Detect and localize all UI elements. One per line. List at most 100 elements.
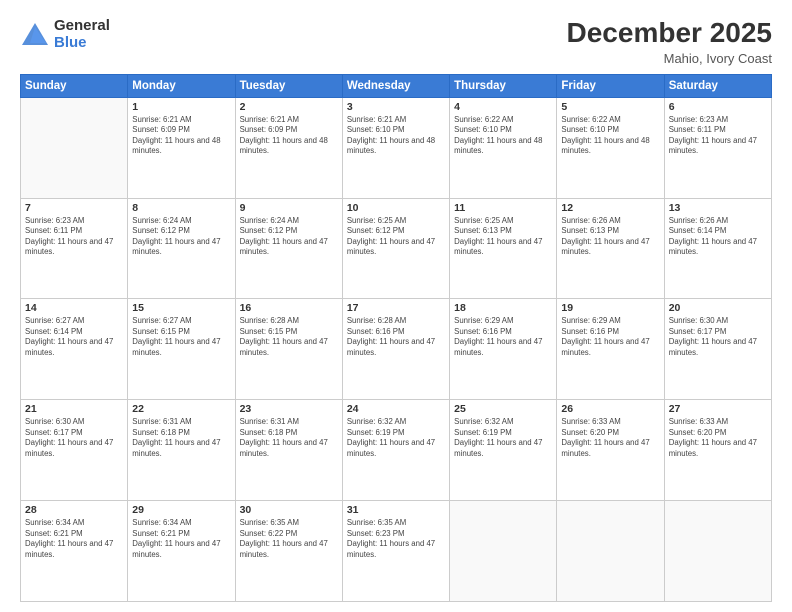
title-block: December 2025 Mahio, Ivory Coast	[567, 18, 772, 66]
calendar-cell: 5Sunrise: 6:22 AMSunset: 6:10 PMDaylight…	[557, 97, 664, 198]
calendar-cell: 6 Sunrise: 6:23 AMSunset: 6:11 PMDaylight…	[664, 97, 771, 198]
calendar-cell: 10 Sunrise: 6:25 AMSunset: 6:12 PMDayligh…	[342, 198, 449, 299]
day-number: 16	[240, 302, 338, 314]
day-info: Sunrise: 6:33 AMSunset: 6:20 PMDaylight:…	[669, 417, 767, 459]
day-number: 9	[240, 202, 338, 214]
calendar-cell: 16Sunrise: 6:28 AMSunset: 6:15 PMDayligh…	[235, 299, 342, 400]
day-number: 6	[669, 101, 767, 113]
day-info: Sunrise: 6:27 AMSunset: 6:14 PMDaylight:…	[25, 316, 123, 358]
day-number: 7	[25, 202, 123, 214]
day-number: 3	[347, 101, 445, 113]
calendar-week-row: 7 Sunrise: 6:23 AMSunset: 6:11 PMDaylight…	[21, 198, 772, 299]
col-sunday: Sunday	[21, 74, 128, 97]
day-info: Sunrise: 6:27 AMSunset: 6:15 PMDaylight:…	[132, 316, 230, 358]
main-title: December 2025	[567, 18, 772, 49]
day-info: Sunrise: 6:23 AMSunset: 6:11 PMDaylight:…	[669, 115, 767, 157]
day-number: 8	[132, 202, 230, 214]
calendar-cell	[21, 97, 128, 198]
day-info: Sunrise: 6:30 AMSunset: 6:17 PMDaylight:…	[25, 417, 123, 459]
col-monday: Monday	[128, 74, 235, 97]
calendar-cell: 19 Sunrise: 6:29 AMSunset: 6:16 PMDayligh…	[557, 299, 664, 400]
day-info: Sunrise: 6:23 AMSunset: 6:11 PMDaylight:…	[25, 216, 123, 258]
logo-blue: Blue	[54, 35, 110, 52]
day-info: Sunrise: 6:29 AMSunset: 6:16 PMDaylight:…	[454, 316, 552, 358]
day-number: 31	[347, 504, 445, 516]
calendar-cell: 13 Sunrise: 6:26 AMSunset: 6:14 PMDayligh…	[664, 198, 771, 299]
day-info: Sunrise: 6:24 AMSunset: 6:12 PMDaylight:…	[132, 216, 230, 258]
day-info: Sunrise: 6:21 AMSunset: 6:09 PMDaylight:…	[240, 115, 338, 157]
calendar-cell	[450, 501, 557, 602]
calendar-cell: 15 Sunrise: 6:27 AMSunset: 6:15 PMDayligh…	[128, 299, 235, 400]
calendar-cell: 2Sunrise: 6:21 AMSunset: 6:09 PMDaylight…	[235, 97, 342, 198]
calendar-cell	[664, 501, 771, 602]
day-info: Sunrise: 6:25 AMSunset: 6:12 PMDaylight:…	[347, 216, 445, 258]
col-wednesday: Wednesday	[342, 74, 449, 97]
calendar-cell: 18 Sunrise: 6:29 AMSunset: 6:16 PMDayligh…	[450, 299, 557, 400]
calendar-cell: 12 Sunrise: 6:26 AMSunset: 6:13 PMDayligh…	[557, 198, 664, 299]
day-info: Sunrise: 6:21 AMSunset: 6:09 PMDaylight:…	[132, 115, 230, 157]
day-info: Sunrise: 6:24 AMSunset: 6:12 PMDaylight:…	[240, 216, 338, 258]
calendar-cell: 30 Sunrise: 6:35 AMSunset: 6:22 PMDayligh…	[235, 501, 342, 602]
day-number: 23	[240, 403, 338, 415]
calendar-cell	[557, 501, 664, 602]
day-number: 13	[669, 202, 767, 214]
calendar-cell: 28 Sunrise: 6:34 AMSunset: 6:21 PMDayligh…	[21, 501, 128, 602]
calendar-cell: 26 Sunrise: 6:33 AMSunset: 6:20 PMDayligh…	[557, 400, 664, 501]
day-info: Sunrise: 6:22 AMSunset: 6:10 PMDaylight:…	[561, 115, 659, 157]
day-number: 4	[454, 101, 552, 113]
day-info: Sunrise: 6:22 AMSunset: 6:10 PMDaylight:…	[454, 115, 552, 157]
col-tuesday: Tuesday	[235, 74, 342, 97]
calendar-cell: 20Sunrise: 6:30 AMSunset: 6:17 PMDayligh…	[664, 299, 771, 400]
day-info: Sunrise: 6:32 AMSunset: 6:19 PMDaylight:…	[454, 417, 552, 459]
day-number: 1	[132, 101, 230, 113]
day-number: 27	[669, 403, 767, 415]
col-thursday: Thursday	[450, 74, 557, 97]
day-number: 28	[25, 504, 123, 516]
header: General Blue December 2025 Mahio, Ivory …	[20, 18, 772, 66]
day-info: Sunrise: 6:35 AMSunset: 6:22 PMDaylight:…	[240, 518, 338, 560]
calendar-cell: 31Sunrise: 6:35 AMSunset: 6:23 PMDayligh…	[342, 501, 449, 602]
calendar-cell: 4 Sunrise: 6:22 AMSunset: 6:10 PMDaylight…	[450, 97, 557, 198]
day-info: Sunrise: 6:29 AMSunset: 6:16 PMDaylight:…	[561, 316, 659, 358]
day-number: 14	[25, 302, 123, 314]
col-saturday: Saturday	[664, 74, 771, 97]
calendar-cell: 8 Sunrise: 6:24 AMSunset: 6:12 PMDaylight…	[128, 198, 235, 299]
day-number: 25	[454, 403, 552, 415]
calendar-cell: 21Sunrise: 6:30 AMSunset: 6:17 PMDayligh…	[21, 400, 128, 501]
day-number: 18	[454, 302, 552, 314]
day-info: Sunrise: 6:33 AMSunset: 6:20 PMDaylight:…	[561, 417, 659, 459]
calendar-cell: 27 Sunrise: 6:33 AMSunset: 6:20 PMDayligh…	[664, 400, 771, 501]
day-number: 15	[132, 302, 230, 314]
col-friday: Friday	[557, 74, 664, 97]
calendar-cell: 1 Sunrise: 6:21 AMSunset: 6:09 PMDaylight…	[128, 97, 235, 198]
calendar-cell: 11Sunrise: 6:25 AMSunset: 6:13 PMDayligh…	[450, 198, 557, 299]
day-number: 19	[561, 302, 659, 314]
day-number: 29	[132, 504, 230, 516]
day-info: Sunrise: 6:34 AMSunset: 6:21 PMDaylight:…	[25, 518, 123, 560]
day-info: Sunrise: 6:30 AMSunset: 6:17 PMDaylight:…	[669, 316, 767, 358]
day-info: Sunrise: 6:26 AMSunset: 6:14 PMDaylight:…	[669, 216, 767, 258]
day-number: 12	[561, 202, 659, 214]
calendar-cell: 29Sunrise: 6:34 AMSunset: 6:21 PMDayligh…	[128, 501, 235, 602]
day-number: 24	[347, 403, 445, 415]
calendar-cell: 22Sunrise: 6:31 AMSunset: 6:18 PMDayligh…	[128, 400, 235, 501]
day-info: Sunrise: 6:32 AMSunset: 6:19 PMDaylight:…	[347, 417, 445, 459]
calendar-week-row: 1 Sunrise: 6:21 AMSunset: 6:09 PMDaylight…	[21, 97, 772, 198]
logo-icon	[20, 21, 50, 49]
calendar-week-row: 14 Sunrise: 6:27 AMSunset: 6:14 PMDayligh…	[21, 299, 772, 400]
day-number: 22	[132, 403, 230, 415]
logo-text: General Blue	[54, 18, 110, 51]
calendar-cell: 23Sunrise: 6:31 AMSunset: 6:18 PMDayligh…	[235, 400, 342, 501]
page: General Blue December 2025 Mahio, Ivory …	[0, 0, 792, 612]
day-number: 10	[347, 202, 445, 214]
logo-general: General	[54, 18, 110, 35]
calendar-cell: 24 Sunrise: 6:32 AMSunset: 6:19 PMDayligh…	[342, 400, 449, 501]
day-info: Sunrise: 6:28 AMSunset: 6:16 PMDaylight:…	[347, 316, 445, 358]
subtitle: Mahio, Ivory Coast	[567, 51, 772, 66]
day-number: 11	[454, 202, 552, 214]
calendar-week-row: 28 Sunrise: 6:34 AMSunset: 6:21 PMDayligh…	[21, 501, 772, 602]
day-number: 30	[240, 504, 338, 516]
calendar-cell: 7 Sunrise: 6:23 AMSunset: 6:11 PMDaylight…	[21, 198, 128, 299]
day-number: 26	[561, 403, 659, 415]
day-info: Sunrise: 6:26 AMSunset: 6:13 PMDaylight:…	[561, 216, 659, 258]
